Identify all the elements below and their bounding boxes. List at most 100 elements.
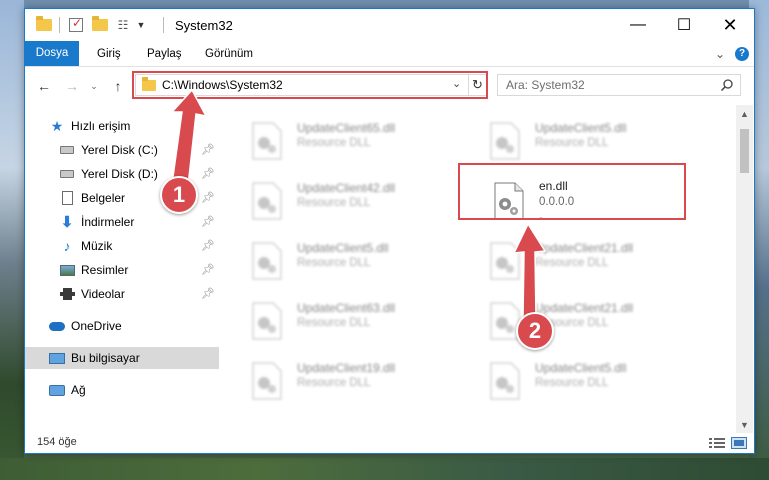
sidebar-item-label: Resimler (81, 263, 129, 277)
sidebar-item-label: Hızlı erişim (71, 119, 131, 133)
file-type: Resource DLL (297, 197, 371, 209)
file-type: Resource DLL (297, 317, 371, 329)
status-bar: 154 öğe (25, 433, 754, 453)
dll-file-icon (494, 182, 524, 220)
back-button[interactable]: ← (35, 77, 53, 95)
pin-icon[interactable]: 📌︎ (201, 191, 215, 204)
dll-file-icon (252, 182, 282, 220)
scroll-down-icon[interactable]: ▼ (736, 416, 753, 433)
drive-icon (59, 166, 75, 182)
navigation-bar: ← → ⌄ ↑ C:\Windows\System32 ⌄ ↻ (25, 67, 754, 105)
large-icons-view-icon[interactable] (731, 437, 747, 449)
dll-file-icon (490, 122, 520, 160)
file-name: UpdateClient5.dll (297, 241, 389, 255)
quick-access-dropdown-icon[interactable]: ▼ (135, 17, 147, 33)
file-item[interactable]: UpdateClient5.dll Resource DLL (479, 115, 709, 167)
maximize-button[interactable]: ☐ (661, 9, 707, 41)
new-folder-icon[interactable] (91, 16, 109, 33)
sidebar-item-label: Yerel Disk (C:) (81, 143, 158, 157)
file-item-en-dll[interactable]: en.dll 0.0.0.0 - (483, 175, 713, 227)
file-item[interactable]: UpdateClient42.dll Resource DLL (241, 175, 471, 227)
close-button[interactable]: ✕ (707, 9, 753, 41)
ribbon-tabs: Dosya Giriş Paylaş Görünüm ⌄ ? (25, 41, 754, 67)
file-name: UpdateClient5.dll (535, 361, 627, 375)
tab-home[interactable]: Giriş (87, 44, 131, 65)
chevron-down-icon[interactable]: ⌄ (452, 77, 461, 90)
toolbar-divider (163, 17, 164, 33)
file-item[interactable]: UpdateClient5.dll Resource DLL (241, 235, 471, 287)
sidebar-item-music[interactable]: ♪ Müzik 📌︎ (25, 235, 219, 257)
dll-file-icon (252, 302, 282, 340)
pin-icon[interactable]: 📌︎ (201, 143, 215, 156)
file-description: - (539, 212, 543, 224)
sidebar-item-label: Ağ (71, 383, 86, 397)
file-version: 0.0.0.0 (539, 196, 575, 208)
file-explorer-window: ☷ ▼ System32 — ☐ ✕ Dosya Giriş Paylaş Gö… (24, 8, 755, 454)
scrollbar-thumb[interactable] (740, 129, 749, 173)
recent-locations-button[interactable]: ⌄ (85, 77, 103, 95)
pin-icon[interactable]: 📌︎ (201, 287, 215, 300)
tab-share[interactable]: Paylaş (137, 44, 192, 65)
file-type: Resource DLL (535, 137, 609, 149)
pin-icon[interactable]: 📌︎ (201, 215, 215, 228)
file-item[interactable]: UpdateClient5.dll Resource DLL (479, 355, 709, 407)
minimize-button[interactable]: — (615, 9, 661, 41)
star-icon: ★ (50, 117, 64, 134)
dll-file-icon (252, 362, 282, 400)
sidebar-item-videos[interactable]: Videolar 📌︎ (25, 283, 219, 305)
customize-icon[interactable]: ☷ (113, 17, 133, 33)
dll-file-icon (252, 122, 282, 160)
item-count: 154 öğe (37, 436, 77, 448)
dll-file-icon (490, 242, 520, 280)
file-item[interactable]: UpdateClient21.dll Resource DLL (479, 295, 709, 347)
address-bar[interactable]: C:\Windows\System32 ⌄ ↻ (135, 74, 487, 96)
properties-icon[interactable] (67, 16, 85, 33)
pin-icon[interactable]: 📌︎ (201, 263, 215, 276)
download-icon: ⬇ (60, 214, 74, 231)
forward-button[interactable]: → (63, 77, 81, 95)
vertical-scrollbar[interactable]: ▲ ▼ (736, 105, 753, 433)
sidebar-item-label: Müzik (81, 239, 113, 253)
file-item[interactable]: UpdateClient19.dll Resource DLL (241, 355, 471, 407)
pin-icon[interactable]: 📌︎ (201, 167, 215, 180)
desktop-wallpaper-left (0, 0, 24, 480)
up-button[interactable]: ↑ (109, 77, 127, 95)
file-type: Resource DLL (297, 377, 371, 389)
sidebar-item-network[interactable]: Ağ (25, 379, 219, 401)
pictures-icon (59, 262, 75, 278)
pin-icon[interactable]: 📌︎ (201, 239, 215, 252)
help-icon[interactable]: ? (733, 45, 751, 63)
scroll-up-icon[interactable]: ▲ (736, 105, 753, 122)
sidebar-item-label: OneDrive (71, 319, 122, 333)
file-item[interactable]: UpdateClient65.dll Resource DLL (241, 115, 471, 167)
sidebar-item-quick-access[interactable]: ★ Hızlı erişim (25, 115, 219, 137)
file-item[interactable]: UpdateClient63.dll Resource DLL (241, 295, 471, 347)
window-title: System32 (175, 18, 233, 33)
dll-file-icon (252, 242, 282, 280)
file-list: UpdateClient65.dll Resource DLL UpdateCl… (221, 105, 754, 425)
address-path[interactable]: C:\Windows\System32 (162, 78, 283, 92)
file-name: UpdateClient21.dll (535, 241, 634, 255)
dll-file-icon (490, 362, 520, 400)
details-view-icon[interactable] (709, 437, 725, 449)
search-box[interactable] (497, 74, 741, 96)
expand-ribbon-icon[interactable]: ⌄ (711, 45, 729, 63)
tab-file[interactable]: Dosya (25, 41, 79, 66)
drive-icon (59, 142, 75, 158)
sidebar-item-disk-c[interactable]: Yerel Disk (C:) 📌︎ (25, 139, 219, 161)
sidebar-item-pictures[interactable]: Resimler 📌︎ (25, 259, 219, 281)
folder-icon (142, 77, 156, 91)
search-icon[interactable] (720, 78, 734, 92)
file-name: UpdateClient65.dll (297, 121, 396, 135)
file-item[interactable]: UpdateClient21.dll Resource DLL (479, 235, 709, 287)
tab-view[interactable]: Görünüm (195, 44, 263, 65)
step-badge-1: 1 (160, 176, 198, 214)
sidebar-item-label: Videolar (81, 287, 125, 301)
sidebar-item-downloads[interactable]: ⬇ İndirmeler 📌︎ (25, 211, 219, 233)
sidebar-item-onedrive[interactable]: OneDrive (25, 315, 219, 337)
sidebar-item-this-pc[interactable]: Bu bilgisayar (25, 347, 219, 369)
toolbar-divider (59, 17, 60, 33)
search-input[interactable] (506, 77, 711, 93)
file-type: Resource DLL (297, 257, 371, 269)
refresh-button[interactable]: ↻ (468, 75, 486, 95)
